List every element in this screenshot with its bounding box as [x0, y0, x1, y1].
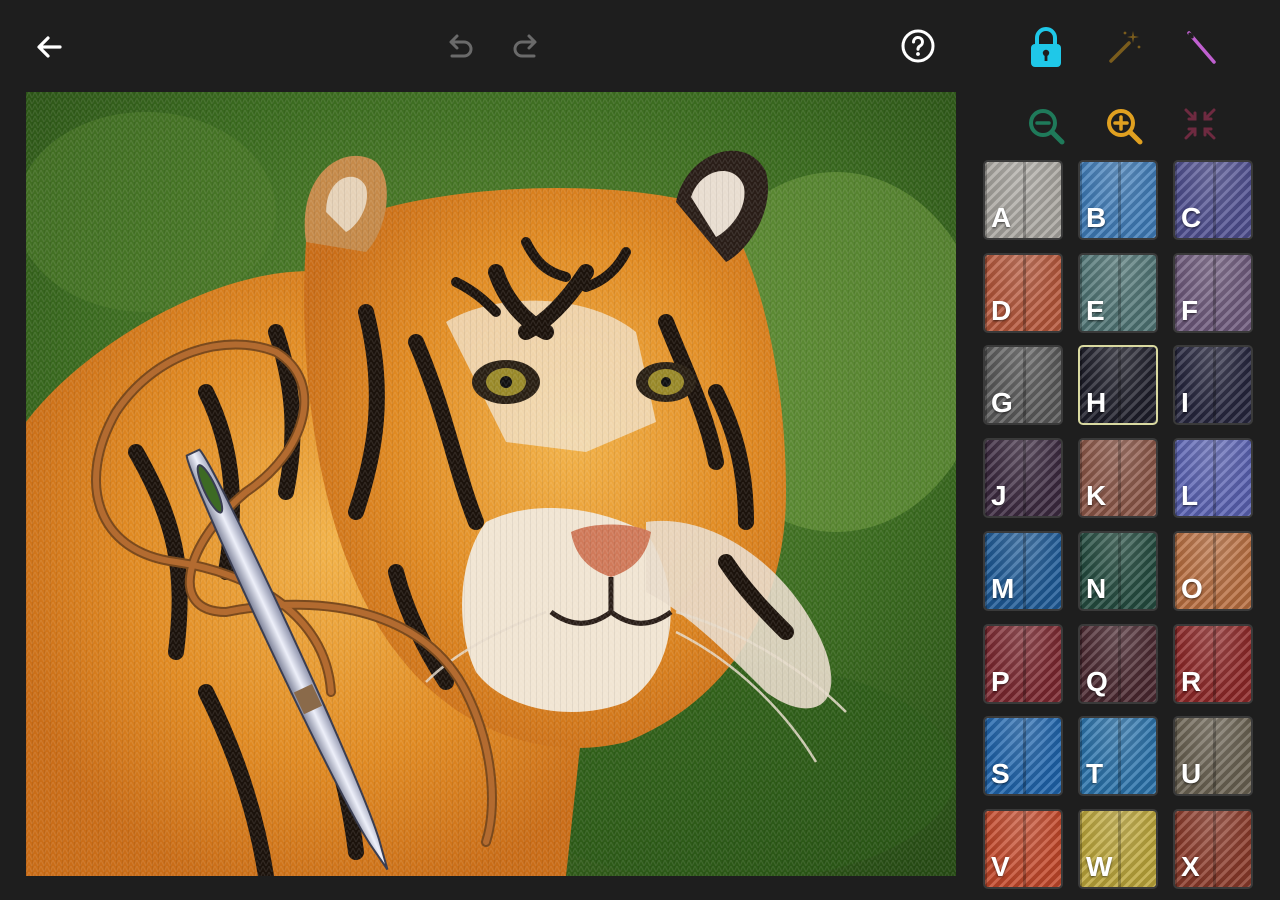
lock-icon: [1031, 27, 1061, 67]
undo-icon: [449, 34, 473, 58]
redo-button[interactable]: [508, 28, 546, 66]
swatch-letter: T: [1086, 758, 1104, 789]
swatch-x[interactable]: X: [1173, 809, 1253, 889]
swatch-letter: I: [1181, 387, 1189, 418]
swatch-r[interactable]: R: [1173, 624, 1253, 704]
swatch-m[interactable]: M: [983, 531, 1063, 611]
magic-wand-icon: [1109, 31, 1141, 63]
needle-button[interactable]: [1180, 26, 1222, 68]
swatch-letter: F: [1181, 295, 1199, 326]
swatch-p[interactable]: P: [983, 624, 1063, 704]
swatch-t[interactable]: T: [1078, 716, 1158, 796]
stitch-canvas[interactable]: [26, 92, 956, 876]
undo-button[interactable]: [440, 28, 478, 66]
swatch-v[interactable]: V: [983, 809, 1063, 889]
swatch-letter: S: [991, 758, 1010, 789]
swatch-letter: L: [1181, 480, 1199, 511]
swatch-letter: C: [1181, 202, 1202, 233]
collapse-icon: [1184, 108, 1216, 140]
swatch-letter: G: [991, 387, 1013, 418]
cross-stitch-image: [26, 92, 956, 876]
swatch-letter: H: [1086, 387, 1107, 418]
back-button[interactable]: [30, 28, 68, 66]
needle-icon: [1187, 31, 1216, 64]
swatch-s[interactable]: S: [983, 716, 1063, 796]
swatch-g[interactable]: G: [983, 345, 1063, 425]
swatch-n[interactable]: N: [1078, 531, 1158, 611]
swatch-letter: O: [1181, 573, 1203, 604]
swatch-letter: R: [1181, 666, 1202, 697]
zoom-out-button[interactable]: [1024, 104, 1068, 148]
swatch-k[interactable]: K: [1078, 438, 1158, 518]
help-circle-icon: [901, 29, 935, 63]
swatch-letter: V: [991, 851, 1010, 882]
swatch-a[interactable]: A: [983, 160, 1063, 240]
fit-screen-button[interactable]: [1180, 104, 1220, 144]
magic-wand-button[interactable]: [1102, 26, 1144, 68]
zoom-out-icon: [1029, 109, 1065, 145]
zoom-in-button[interactable]: [1102, 104, 1146, 148]
swatch-u[interactable]: U: [1173, 716, 1253, 796]
swatch-letter: B: [1086, 202, 1107, 233]
swatch-letter: M: [991, 573, 1015, 604]
swatch-letter: J: [991, 480, 1007, 511]
swatch-letter: X: [1181, 851, 1200, 882]
swatch-f[interactable]: F: [1173, 253, 1253, 333]
swatch-h[interactable]: H: [1078, 345, 1158, 425]
swatch-letter: K: [1086, 480, 1107, 511]
swatch-letter: U: [1181, 758, 1202, 789]
swatch-j[interactable]: J: [983, 438, 1063, 518]
swatch-q[interactable]: Q: [1078, 624, 1158, 704]
redo-icon: [513, 34, 537, 58]
swatch-letter: Q: [1086, 666, 1108, 697]
swatch-letter: A: [991, 202, 1012, 233]
swatch-letter: P: [991, 666, 1010, 697]
lock-button[interactable]: [1024, 24, 1068, 70]
swatch-l[interactable]: L: [1173, 438, 1253, 518]
zoom-in-icon: [1107, 109, 1143, 145]
swatch-letter: N: [1086, 573, 1107, 604]
swatch-i[interactable]: I: [1173, 345, 1253, 425]
swatch-letter: D: [991, 295, 1012, 326]
swatch-b[interactable]: B: [1078, 160, 1158, 240]
swatch-letter: W: [1086, 851, 1113, 882]
swatch-o[interactable]: O: [1173, 531, 1253, 611]
swatch-w[interactable]: W: [1078, 809, 1158, 889]
arrow-left-icon: [37, 36, 62, 58]
swatch-letter: E: [1086, 295, 1105, 326]
swatch-e[interactable]: E: [1078, 253, 1158, 333]
swatch-c[interactable]: C: [1173, 160, 1253, 240]
help-button[interactable]: [898, 26, 938, 66]
swatch-d[interactable]: D: [983, 253, 1063, 333]
